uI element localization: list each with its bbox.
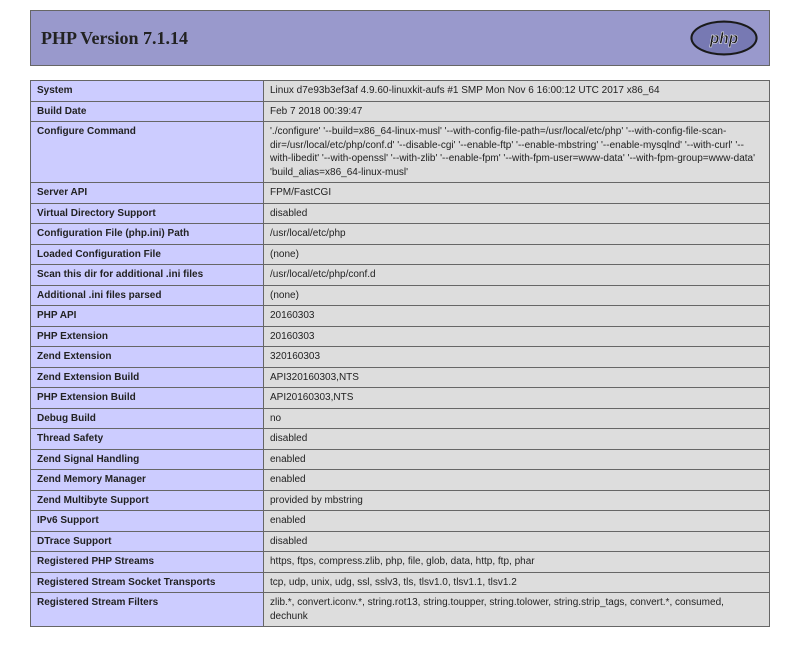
row-key: Loaded Configuration File <box>31 244 264 265</box>
row-value: API320160303,NTS <box>264 367 770 388</box>
row-value: enabled <box>264 470 770 491</box>
table-row: Registered PHP Streamshttps, ftps, compr… <box>31 552 770 573</box>
row-value: 20160303 <box>264 326 770 347</box>
table-row: Zend Memory Managerenabled <box>31 470 770 491</box>
table-row: Registered Stream Filterszlib.*, convert… <box>31 593 770 627</box>
row-value: 320160303 <box>264 347 770 368</box>
row-value: FPM/FastCGI <box>264 183 770 204</box>
row-value: /usr/local/etc/php/conf.d <box>264 265 770 286</box>
row-value: disabled <box>264 203 770 224</box>
header-bar: PHP Version 7.1.14 php <box>30 10 770 66</box>
row-key: Zend Extension Build <box>31 367 264 388</box>
table-row: Registered Stream Socket Transportstcp, … <box>31 572 770 593</box>
row-key: Additional .ini files parsed <box>31 285 264 306</box>
table-row: PHP Extension BuildAPI20160303,NTS <box>31 388 770 409</box>
table-row: SystemLinux d7e93b3ef3af 4.9.60-linuxkit… <box>31 81 770 102</box>
row-value: enabled <box>264 511 770 532</box>
svg-text:php: php <box>709 31 738 48</box>
row-key: PHP API <box>31 306 264 327</box>
row-key: Configuration File (php.ini) Path <box>31 224 264 245</box>
row-value: provided by mbstring <box>264 490 770 511</box>
table-row: Build DateFeb 7 2018 00:39:47 <box>31 101 770 122</box>
row-value: zlib.*, convert.iconv.*, string.rot13, s… <box>264 593 770 627</box>
row-key: DTrace Support <box>31 531 264 552</box>
table-row: Additional .ini files parsed(none) <box>31 285 770 306</box>
table-row: PHP API20160303 <box>31 306 770 327</box>
row-value: (none) <box>264 244 770 265</box>
php-logo: php <box>689 19 759 57</box>
row-key: Server API <box>31 183 264 204</box>
row-key: Zend Signal Handling <box>31 449 264 470</box>
row-value: tcp, udp, unix, udg, ssl, sslv3, tls, tl… <box>264 572 770 593</box>
table-row: Configuration File (php.ini) Path/usr/lo… <box>31 224 770 245</box>
row-value: API20160303,NTS <box>264 388 770 409</box>
row-value: enabled <box>264 449 770 470</box>
row-value: 20160303 <box>264 306 770 327</box>
row-value: (none) <box>264 285 770 306</box>
row-value: /usr/local/etc/php <box>264 224 770 245</box>
row-key: Thread Safety <box>31 429 264 450</box>
row-key: Registered Stream Socket Transports <box>31 572 264 593</box>
row-key: Debug Build <box>31 408 264 429</box>
table-row: Zend Multibyte Supportprovided by mbstri… <box>31 490 770 511</box>
page-title: PHP Version 7.1.14 <box>41 28 188 49</box>
row-value: './configure' '--build=x86_64-linux-musl… <box>264 122 770 183</box>
row-value: Feb 7 2018 00:39:47 <box>264 101 770 122</box>
row-key: Configure Command <box>31 122 264 183</box>
row-key: Zend Extension <box>31 347 264 368</box>
table-row: Loaded Configuration File(none) <box>31 244 770 265</box>
table-row: Configure Command'./configure' '--build=… <box>31 122 770 183</box>
row-key: Build Date <box>31 101 264 122</box>
table-row: Zend Extension320160303 <box>31 347 770 368</box>
row-value: no <box>264 408 770 429</box>
row-key: Zend Multibyte Support <box>31 490 264 511</box>
table-row: Scan this dir for additional .ini files/… <box>31 265 770 286</box>
table-row: Debug Buildno <box>31 408 770 429</box>
row-key: System <box>31 81 264 102</box>
row-value: disabled <box>264 429 770 450</box>
row-key: PHP Extension Build <box>31 388 264 409</box>
row-value: Linux d7e93b3ef3af 4.9.60-linuxkit-aufs … <box>264 81 770 102</box>
table-row: Zend Extension BuildAPI320160303,NTS <box>31 367 770 388</box>
table-row: DTrace Supportdisabled <box>31 531 770 552</box>
row-key: IPv6 Support <box>31 511 264 532</box>
row-value: disabled <box>264 531 770 552</box>
phpinfo-page: PHP Version 7.1.14 php SystemLinux d7e93… <box>30 10 770 627</box>
row-value: https, ftps, compress.zlib, php, file, g… <box>264 552 770 573</box>
table-row: Thread Safetydisabled <box>31 429 770 450</box>
table-row: Zend Signal Handlingenabled <box>31 449 770 470</box>
table-row: Server APIFPM/FastCGI <box>31 183 770 204</box>
info-table: SystemLinux d7e93b3ef3af 4.9.60-linuxkit… <box>30 80 770 627</box>
row-key: Zend Memory Manager <box>31 470 264 491</box>
table-row: IPv6 Supportenabled <box>31 511 770 532</box>
row-key: PHP Extension <box>31 326 264 347</box>
row-key: Scan this dir for additional .ini files <box>31 265 264 286</box>
table-row: PHP Extension20160303 <box>31 326 770 347</box>
row-key: Registered Stream Filters <box>31 593 264 627</box>
row-key: Virtual Directory Support <box>31 203 264 224</box>
row-key: Registered PHP Streams <box>31 552 264 573</box>
table-row: Virtual Directory Supportdisabled <box>31 203 770 224</box>
